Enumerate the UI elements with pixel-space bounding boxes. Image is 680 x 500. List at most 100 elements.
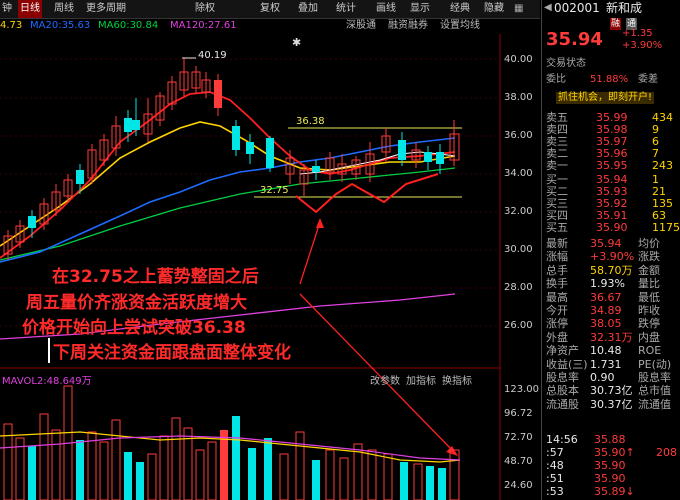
stat-label-secondary: 昨收 <box>638 304 660 317</box>
stat-row: 净资产 10.48 ROE <box>542 345 680 357</box>
tick-time: 14:56 <box>546 433 578 446</box>
stat-value: 10.48 <box>590 344 622 358</box>
high-price-label: 40.19 <box>198 50 227 61</box>
toolbar-grid-icon[interactable]: ▦ <box>514 0 523 18</box>
open-account-banner[interactable]: 抓住机会，即刻开户! <box>556 92 655 104</box>
price-tick: 40.00 <box>504 54 533 65</box>
price-tick: 34.00 <box>504 168 533 179</box>
stat-value: 38.05 <box>590 317 622 331</box>
stat-label-secondary: 均价 <box>638 237 660 250</box>
panel-nav-icon[interactable]: ◀ <box>544 2 552 14</box>
support-label: 32.75 <box>260 185 289 196</box>
toolbar-item-classic[interactable]: 经典 <box>450 0 470 18</box>
price-tick: 30.00 <box>504 244 533 255</box>
stat-row: 外盘 32.31万 内盘 <box>542 330 680 344</box>
stat-label-secondary: 涨跌 <box>638 250 660 264</box>
stat-label-secondary: 跌停 <box>638 317 660 331</box>
volume-tick: 123.00 <box>504 384 539 395</box>
price-tick: 28.00 <box>504 282 533 293</box>
tick-row: :48 35.90 <box>542 460 680 472</box>
stat-label: 涨幅 <box>546 250 568 264</box>
volume-tick: 48.70 <box>504 456 533 467</box>
stat-label-secondary: PE(动) <box>638 357 672 371</box>
volume-tick: 24.60 <box>504 480 533 491</box>
trade-status-label: 交易状态 <box>546 58 586 69</box>
sell-level-price: 35.95 <box>596 159 628 172</box>
stat-label-secondary: 最低 <box>638 290 660 304</box>
stat-value: 32.31万 <box>590 330 633 344</box>
stat-row: 总股本 30.73亿 总市值 <box>542 385 680 397</box>
stat-label: 流通股 <box>546 397 579 411</box>
tick-time: :53 <box>546 485 564 498</box>
tick-time: :51 <box>546 472 564 485</box>
tick-time: :48 <box>546 459 564 472</box>
stat-row: 流通股 30.37亿 流通值 <box>542 397 680 411</box>
stat-label-secondary: 内盘 <box>638 330 660 344</box>
tick-price: 35.90 <box>594 459 626 472</box>
stat-label-secondary: 流通值 <box>638 397 671 411</box>
stat-label-secondary: 量比 <box>638 277 660 291</box>
stat-row: 最高 36.67 最低 <box>542 290 680 304</box>
stat-label: 总手 <box>546 263 568 277</box>
modify-params-button[interactable]: 改参数 <box>370 372 400 387</box>
sell-level-label: 卖一 <box>546 159 568 172</box>
annotation-line-2: 周五量价齐涨资金活跃度增大 <box>26 293 247 313</box>
stock-name: 新和成 <box>606 1 643 15</box>
sell-level-row: 卖一 35.95 243 <box>542 160 680 172</box>
toolbar-item-display[interactable]: 显示 <box>410 0 430 18</box>
stat-row: 今开 34.89 昨收 <box>542 305 680 317</box>
quote-panel: ◀ 002001 新和成 融 通 35.94 +1.35 +3.90% 交易状态… <box>541 0 680 500</box>
stat-value: 1.93% <box>590 277 625 291</box>
annotation-line-1: 在32.75之上蓄势整固之后 <box>52 267 259 287</box>
toolbar-item-minute[interactable]: 钟 <box>2 0 12 18</box>
price-change-pct: +3.90% <box>622 40 663 51</box>
switch-indicator-button[interactable]: 换指标 <box>442 372 472 387</box>
toolbar-item-weekly[interactable]: 周线 <box>54 0 74 18</box>
drawn-path <box>295 173 439 214</box>
stock-code: 002001 <box>554 1 600 15</box>
annotation-line-4: 下周关注资金面跟盘面整体变化 <box>48 338 291 363</box>
margin-tag: 融 <box>610 18 622 30</box>
volume-ma-label: MAVOL2:48.649万 <box>2 376 92 387</box>
toolbar-item-stats[interactable]: 统计 <box>336 0 356 18</box>
price-tick: 38.00 <box>504 92 533 103</box>
period-toolbar: 钟 日线 周线 更多周期 除权 复权 叠加 统计 画线 显示 经典 隐藏 ▦ <box>0 0 540 19</box>
stat-row: 涨幅 +3.90% 涨跌 <box>542 251 680 263</box>
stat-value: +3.90% <box>590 250 635 264</box>
stat-row: 股息率 0.90 股息率 <box>542 372 680 384</box>
stat-label: 今开 <box>546 304 568 317</box>
add-indicator-button[interactable]: 加指标 <box>406 372 436 387</box>
stat-label-secondary: 总市值 <box>638 384 671 398</box>
toolbar-item-daily[interactable]: 日线 <box>18 0 42 18</box>
tick-price: 35.90↑ <box>594 446 635 459</box>
last-price: 35.94 <box>546 29 603 50</box>
stat-row: 涨停 38.05 跌停 <box>542 318 680 330</box>
stat-value: 34.89 <box>590 304 622 317</box>
tick-row: :57 35.90↑ 208 <box>542 447 680 459</box>
stat-value: 1.731 <box>590 357 622 371</box>
stat-row: 最新 35.94 均价 <box>542 238 680 250</box>
price-tick: 36.00 <box>504 130 533 141</box>
annotation-line-3: 价格开始向上尝试突破36.38 <box>22 318 246 338</box>
toolbar-item-exright[interactable]: 除权 <box>195 0 215 18</box>
tick-price: 35.89↓ <box>594 485 635 498</box>
toolbar-item-draw[interactable]: 画线 <box>376 0 396 18</box>
stat-label: 外盘 <box>546 330 568 344</box>
stat-value: 0.90 <box>590 371 615 384</box>
stat-label: 净资产 <box>546 344 579 358</box>
ma60-value: MA60:30.84 <box>98 20 159 31</box>
stat-label: 收益(三) <box>546 357 588 371</box>
toolbar-item-more-periods[interactable]: 更多周期 <box>86 0 126 18</box>
tab-set-ma[interactable]: 设置均线 <box>440 19 480 33</box>
tick-row: 14:56 35.88 <box>542 434 680 446</box>
tab-margin-trading[interactable]: 融资融券 <box>388 19 428 33</box>
weicha-label: 委差 <box>638 74 658 85</box>
toolbar-item-restore-right[interactable]: 复权 <box>260 0 280 18</box>
vol-ma1-line <box>0 431 461 463</box>
stat-label: 最高 <box>546 290 568 304</box>
sell-level-volume: 243 <box>652 159 673 172</box>
price-tick: 32.00 <box>504 206 533 217</box>
toolbar-item-overlay[interactable]: 叠加 <box>298 0 318 18</box>
toolbar-item-hide[interactable]: 隐藏 <box>484 0 504 18</box>
tab-shenzhen-connect[interactable]: 深股通 <box>346 19 376 33</box>
